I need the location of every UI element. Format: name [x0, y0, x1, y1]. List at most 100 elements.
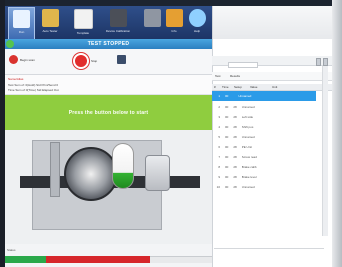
- template-icon: [73, 9, 93, 29]
- results-header-buttons: [316, 58, 328, 66]
- progress-empty: [149, 256, 212, 263]
- row-time: 00: [225, 114, 229, 119]
- instruction-text: Press the button below to start: [68, 109, 149, 116]
- window-title: TEST STOPPED: [5, 39, 212, 49]
- close-button[interactable]: [323, 58, 328, 66]
- row-time: 00: [225, 124, 229, 129]
- results-divider: [214, 248, 324, 249]
- row-value: PE Unit: [241, 144, 252, 149]
- box-icon: [143, 9, 161, 27]
- machine-drum: [64, 147, 118, 201]
- results-column-header: # Time Setup Value Unit: [212, 84, 332, 91]
- row-setup: 28: [233, 104, 237, 109]
- row-time: 00: [225, 164, 229, 169]
- table-row[interactable]: 2 00 28 Unnamed: [214, 103, 314, 110]
- start-button-label: Begin scan: [20, 57, 35, 62]
- left-toolbar: Begin scan Stop: [5, 49, 212, 75]
- row-setup: 28: [233, 144, 237, 149]
- row-setup: 28: [233, 174, 237, 179]
- status-ok-icon: [6, 40, 14, 48]
- start-button[interactable]: Begin scan: [9, 55, 35, 64]
- tab-test[interactable]: Test: [215, 74, 221, 78]
- row-time: 00: [225, 154, 229, 159]
- row-index: 5: [218, 134, 220, 139]
- machine-cylinder: [145, 155, 170, 191]
- row-value: Screw read: [241, 154, 257, 159]
- ribbon-button-extra[interactable]: [143, 7, 161, 38]
- column-setup: Setup: [234, 85, 242, 89]
- row-setup: 28: [233, 164, 237, 169]
- table-row[interactable]: 1 00 Unnamed: [214, 92, 314, 99]
- row-index: 6: [218, 144, 220, 149]
- row-time: 00: [225, 93, 229, 98]
- row-setup: 28: [233, 134, 237, 139]
- row-value: Brake level: [241, 174, 257, 179]
- tester-icon: [41, 9, 59, 27]
- ribbon-button-auto-tester[interactable]: Auto Tester: [37, 7, 63, 38]
- row-index: 10: [216, 184, 220, 189]
- ribbon-button-label: Run: [18, 30, 25, 34]
- row-time: 00: [225, 184, 229, 189]
- column-unit: Unit: [272, 85, 278, 89]
- table-row[interactable]: 5 00 28 Unnamed: [214, 133, 314, 140]
- ribbon-button-help[interactable]: Help: [187, 7, 207, 38]
- right-edge-shadow: [332, 0, 342, 267]
- info-icon: [165, 9, 183, 27]
- row-setup: 28: [233, 124, 237, 129]
- row-time: 00: [225, 134, 229, 139]
- row-time: 00: [225, 174, 229, 179]
- device-icon: [109, 9, 127, 27]
- table-row[interactable]: 9 00 28 Brake level: [214, 173, 314, 180]
- ribbon-button-label: Help: [193, 29, 201, 33]
- machine-capsule: [112, 143, 134, 189]
- footer-label: Status: [7, 248, 16, 252]
- row-index: 4: [218, 124, 220, 129]
- ribbon-button-info[interactable]: Info: [165, 7, 183, 38]
- info-line-1: Test Sum of: 0(Hold) Std Print/Send 0: [8, 83, 59, 87]
- name-alias-label: Name/Alias: [8, 77, 24, 81]
- row-index: 7: [218, 154, 220, 159]
- right-ribbon-area: [212, 6, 332, 39]
- help-icon: [188, 9, 206, 27]
- row-value: Unnamed: [241, 104, 255, 109]
- run-icon: [13, 10, 30, 28]
- table-row[interactable]: 3 00 28 Left side: [214, 113, 314, 120]
- ribbon-button-label: Info: [171, 29, 177, 33]
- ribbon-button-run[interactable]: Run: [8, 7, 35, 40]
- table-row[interactable]: 7 00 28 Screw read: [214, 153, 314, 160]
- table-row[interactable]: 6 00 28 PE Unit: [214, 143, 314, 150]
- row-value: Left side: [241, 114, 254, 119]
- row-value: Unnamed: [241, 134, 255, 139]
- table-row[interactable]: 4 00 28 Shift pos: [214, 123, 314, 130]
- row-time: 00: [225, 144, 229, 149]
- row-index: 8: [218, 164, 220, 169]
- tool-button[interactable]: [117, 55, 126, 64]
- progress-green: [5, 256, 47, 263]
- results-scrollbar[interactable]: [322, 66, 328, 236]
- test-info-panel: Name/Alias Test Sum of: 0(Hold) Std Prin…: [5, 75, 212, 95]
- machine-post: [50, 142, 60, 197]
- table-row[interactable]: 10 00 28 Unnamed: [214, 183, 314, 190]
- refresh-button[interactable]: [316, 58, 321, 66]
- ribbon-button-device-calibration[interactable]: Device Calibration: [101, 7, 135, 38]
- stop-button[interactable]: Stop: [73, 53, 97, 69]
- row-index: 2: [218, 104, 220, 109]
- row-value: Shift pos: [241, 124, 254, 129]
- row-setup: 28: [233, 114, 237, 119]
- column-index: #: [214, 85, 216, 89]
- record-icon: [9, 55, 18, 64]
- stop-button-label: Stop: [91, 59, 98, 63]
- ribbon-toolbar: Run Auto Tester Template Device Calibrat…: [5, 6, 212, 40]
- ribbon-button-label: Auto Tester: [42, 29, 58, 33]
- row-value: Brake calib: [241, 164, 257, 169]
- row-setup: 28: [233, 154, 237, 159]
- ribbon-button-template[interactable]: Template: [71, 7, 95, 38]
- instruction-banner: Press the button below to start: [5, 95, 212, 130]
- results-tabs: Test Results: [212, 72, 332, 81]
- ribbon-button-label: Template: [76, 31, 90, 35]
- row-index: 1: [218, 93, 220, 98]
- tab-results[interactable]: Results: [230, 74, 240, 78]
- ribbon-button-label: Device Calibration: [105, 29, 131, 33]
- results-search-input[interactable]: [228, 62, 258, 68]
- table-row[interactable]: 8 00 28 Brake calib: [214, 163, 314, 170]
